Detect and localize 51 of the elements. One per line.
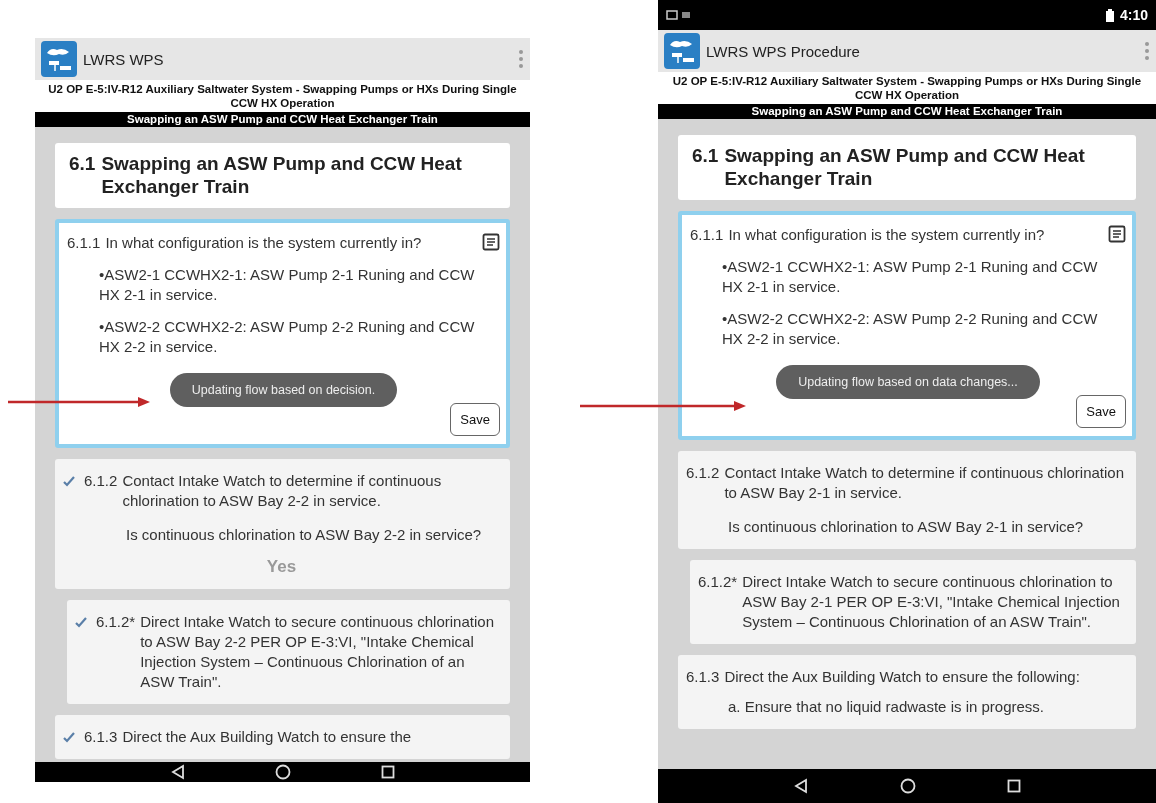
section-title: Swapping an ASW Pump and CCW Heat Exchanger Train [101,152,463,199]
app-logo-icon[interactable] [41,41,77,77]
section-number: 6.1 [69,152,96,176]
step-text: Direct the Aux Building Watch to ensure the following: [724,666,1081,687]
option-text: •ASW2-2 CCWHX2-2: ASW Pump 2-2 Runing and CCW HX 2-2 in service. [722,309,1099,350]
check-icon [63,730,75,743]
step-text: Contact Intake Watch to determine if continuous chlorination to ASW Bay 2-1 in service. [724,463,1126,503]
battery-icon [1105,8,1114,22]
step-text: a. Ensure that no liquid radwaste is in progress. [728,696,1045,717]
app-title: LWRS WPS [83,50,165,68]
status-time: 4:10 [1119,7,1148,23]
note-icon[interactable] [482,233,500,252]
step-number: 6.1.1 [67,233,101,253]
step-text: Direct Intake Watch to secure continuous chlorination to ASW Bay 2-2 PER OP E-3:VI, "Intake Chemical Injection System – Continuous Chlorination of an ASW Train". [140,611,495,692]
section-number: 6.1 [692,144,719,168]
step-number: 6.1.2* [96,611,136,632]
step-text: In what configuration is the system currently in? [728,225,1046,246]
step-number: 6.1.1 [690,225,724,245]
procedure-title: U2 OP E-5:IV-R12 Auxiliary Saltwater System - Swapping Pumps or HXs During Single CCW HX Operation [658,72,1156,104]
step-number: 6.1.2 [84,471,118,491]
save-button[interactable]: Save [1076,395,1126,429]
step-number: 6.1.3 [84,726,118,747]
home-icon[interactable] [900,778,916,794]
recents-icon[interactable] [381,765,396,779]
procedure-title: U2 OP E-5:IV-R12 Auxiliary Saltwater System - Swapping Pumps or HXs During Single CCW HX Operation [35,80,530,112]
question-text: Is continuous chlorination to ASW Bay 2-1 in service? [728,516,1085,537]
section-title: Swapping an ASW Pump and CCW Heat Exchanger Train [724,144,1086,191]
step-text: In what configuration is the system currently in? [105,233,423,254]
home-icon[interactable] [275,764,292,780]
back-icon[interactable] [169,764,186,780]
step-number: 6.1.3 [686,666,720,687]
save-button[interactable]: Save [450,403,500,437]
check-icon [63,475,75,488]
step-text: Direct the Aux Building Watch to ensure the [122,726,413,747]
app-logo-icon[interactable] [664,33,700,69]
toast-message: Updating flow based on decision. [169,373,398,408]
option-text: •ASW2-1 CCWHX2-1: ASW Pump 2-1 Runing and CCW HX 2-1 in service. [99,265,476,306]
step-text: Contact Intake Watch to determine if continuous chlorination to ASW Bay 2-2 in service. [122,471,443,511]
recents-icon[interactable] [1006,779,1021,793]
option-text: •ASW2-1 CCWHX2-1: ASW Pump 2-1 Runing and CCW HX 2-1 in service. [722,257,1099,298]
step-number: 6.1.2* [698,571,738,592]
toast-message: Updating flow based on data changes... [776,365,1040,400]
check-icon [75,615,87,628]
option-text: •ASW2-2 CCWHX2-2: ASW Pump 2-2 Runing and CCW HX 2-2 in service. [99,317,476,358]
question-text: Is continuous chlorination to ASW Bay 2-2 in service? [126,524,483,545]
step-number: 6.1.2 [686,463,720,483]
app-title: LWRS WPS Procedure [706,42,861,60]
step-text: Direct Intake Watch to secure continuous chlorination to ASW Bay 2-1 PER OP E-3:VI, "Intake Chemical Injection System – Continuous Chlorination of an ASW Train". [742,571,1121,632]
note-icon[interactable] [1108,225,1126,244]
answer-text: Yes [265,556,298,577]
back-icon[interactable] [793,778,810,794]
